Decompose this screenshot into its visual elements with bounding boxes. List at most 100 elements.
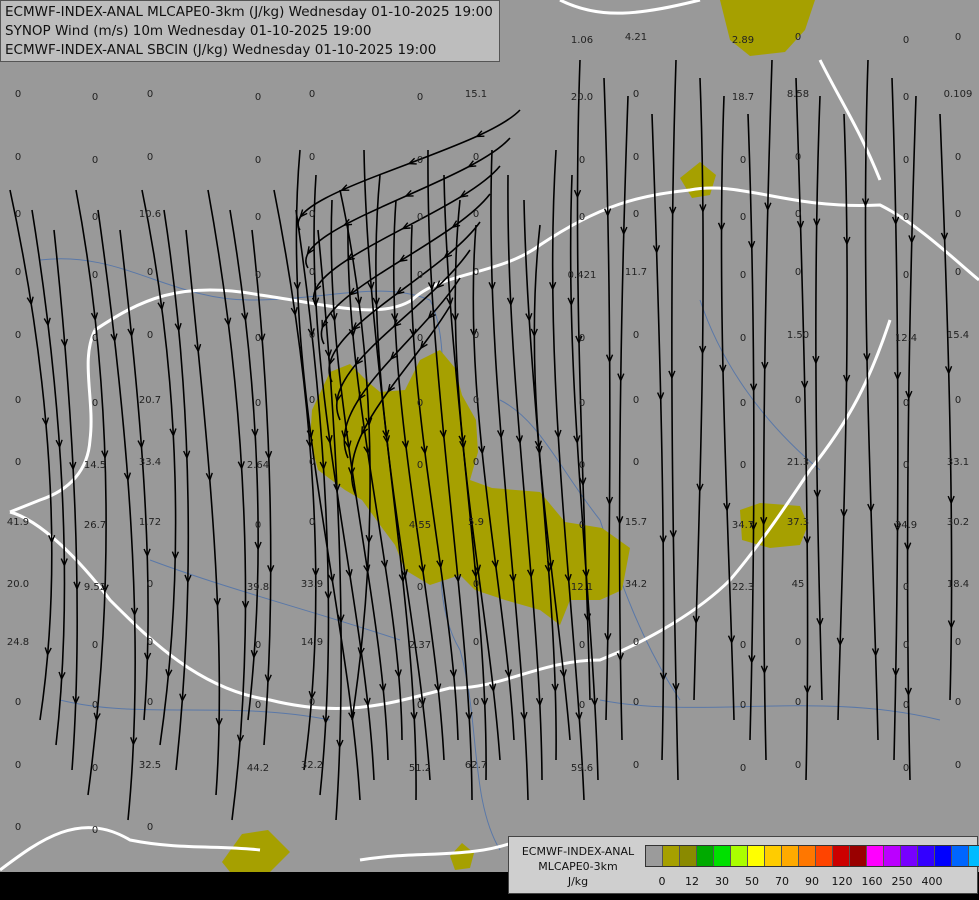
sbcin-value-label: 0 — [955, 760, 961, 771]
legend-color-swatch — [748, 846, 765, 866]
sbcin-value-label: 14.5 — [84, 460, 106, 471]
sbcin-value-label: 0 — [633, 330, 639, 341]
sbcin-value-label: 2.37 — [409, 640, 431, 651]
legend-color-swatch — [935, 846, 952, 866]
sbcin-value-label: 0 — [473, 152, 479, 163]
legend-color-swatch — [714, 846, 731, 866]
sbcin-value-label: 0 — [955, 395, 961, 406]
sbcin-value-label: 0 — [92, 825, 98, 836]
sbcin-value-label: 0 — [417, 333, 423, 344]
sbcin-value-label: 0 — [955, 32, 961, 43]
sbcin-value-label: 0 — [579, 700, 585, 711]
sbcin-value-label: 20.0 — [7, 579, 29, 590]
sbcin-value-label: 0 — [309, 395, 315, 406]
sbcin-value-label: 0 — [795, 697, 801, 708]
sbcin-value-label: 0 — [633, 395, 639, 406]
sbcin-value-label: 0 — [903, 640, 909, 651]
sbcin-value-label: 0 — [903, 155, 909, 166]
sbcin-value-label: 0 — [309, 152, 315, 163]
sbcin-value-label: 0 — [15, 89, 21, 100]
sbcin-value-label: 0 — [473, 330, 479, 341]
sbcin-value-label: 0 — [740, 398, 746, 409]
sbcin-value-label: 0 — [417, 582, 423, 593]
sbcin-value-label: 0 — [147, 152, 153, 163]
sbcin-value-label: 0 — [255, 92, 261, 103]
sbcin-value-label: 0 — [633, 89, 639, 100]
title-line-cape: ECMWF-INDEX-ANAL MLCAPE0-3km (J/kg) Wedn… — [5, 4, 493, 20]
legend-color-swatch — [697, 846, 714, 866]
sbcin-value-label: 15.4 — [947, 330, 969, 341]
sbcin-value-label: 33.9 — [301, 579, 323, 590]
sbcin-value-label: 0 — [795, 152, 801, 163]
legend-color-swatch — [867, 846, 884, 866]
sbcin-value-label: 34.7 — [732, 520, 754, 531]
sbcin-value-label: 0 — [309, 209, 315, 220]
sbcin-value-label: 0 — [147, 697, 153, 708]
legend-color-swatch — [833, 846, 850, 866]
sbcin-value-label: 0 — [955, 267, 961, 278]
sbcin-value-label: 0 — [795, 760, 801, 771]
sbcin-value-label: 0 — [473, 697, 479, 708]
sbcin-value-label: 0 — [92, 640, 98, 651]
sbcin-value-label: 0 — [473, 267, 479, 278]
sbcin-value-label: 0 — [255, 270, 261, 281]
sbcin-value-label: 0 — [955, 697, 961, 708]
legend-color-swatch — [952, 846, 969, 866]
sbcin-value-label: 0 — [740, 155, 746, 166]
legend-tick-labels: 0 12 30 50 70 90 120 160 250 400 — [645, 875, 975, 889]
sbcin-value-label: 0 — [417, 155, 423, 166]
sbcin-value-label: 0 — [255, 640, 261, 651]
sbcin-value-label: 4.21 — [625, 32, 647, 43]
sbcin-value-label: 0 — [740, 270, 746, 281]
legend-color-swatch — [731, 846, 748, 866]
sbcin-value-label: 51.2 — [409, 763, 431, 774]
sbcin-value-label: 11.7 — [625, 267, 647, 278]
sbcin-value-label: 2.64 — [247, 460, 269, 471]
sbcin-value-label: 0 — [473, 209, 479, 220]
sbcin-value-label: 0 — [903, 582, 909, 593]
sbcin-value-label: 5.9 — [468, 517, 484, 528]
sbcin-value-label: 0 — [309, 697, 315, 708]
sbcin-value-label: 32.5 — [139, 760, 161, 771]
sbcin-value-label: 0 — [633, 637, 639, 648]
sbcin-value-label: 0 — [92, 763, 98, 774]
sbcin-value-label: 33.4 — [139, 457, 161, 468]
legend-tick-label: 30 — [715, 875, 729, 888]
sbcin-value-label: 0 — [417, 398, 423, 409]
sbcin-value-label: 33.1 — [947, 457, 969, 468]
legend-color-swatch — [816, 846, 833, 866]
sbcin-value-label: 0 — [92, 155, 98, 166]
sbcin-value-label: 0 — [309, 457, 315, 468]
sbcin-value-label: 0 — [579, 333, 585, 344]
sbcin-value-label: 0 — [15, 697, 21, 708]
legend-tick-label: 12 — [685, 875, 699, 888]
sbcin-value-label: 1.06 — [571, 35, 593, 46]
legend-tick-label: 90 — [805, 875, 819, 888]
sbcin-value-label: 34.9 — [895, 520, 917, 531]
sbcin-value-label: 0 — [903, 398, 909, 409]
sbcin-value-label: 0 — [740, 700, 746, 711]
sbcin-value-label: 0 — [147, 579, 153, 590]
sbcin-value-label: 0 — [92, 270, 98, 281]
legend-tick-label: 160 — [861, 875, 883, 888]
sbcin-value-label: 0 — [255, 212, 261, 223]
sbcin-value-label: 0 — [309, 89, 315, 100]
legend-color-swatch — [646, 846, 663, 866]
sbcin-value-label: 12.4 — [895, 333, 917, 344]
sbcin-value-label: 0 — [255, 333, 261, 344]
sbcin-value-label: 0 — [795, 637, 801, 648]
sbcin-value-label: 0 — [92, 212, 98, 223]
legend-title-line-2: MLCAPE0-3km — [538, 860, 618, 873]
sbcin-value-label: 0 — [255, 398, 261, 409]
sbcin-value-label: 0 — [740, 333, 746, 344]
legend-tick-label: 50 — [745, 875, 759, 888]
sbcin-value-label: 26.7 — [84, 520, 106, 531]
sbcin-value-label: 0 — [309, 517, 315, 528]
legend-color-swatch — [901, 846, 918, 866]
sbcin-value-label: 0 — [903, 763, 909, 774]
sbcin-value-label: 62.7 — [465, 760, 487, 771]
sbcin-value-label: 1.50 — [787, 330, 809, 341]
legend-tick-label: 250 — [891, 875, 913, 888]
legend-color-swatch — [969, 846, 979, 866]
sbcin-value-label: 0 — [147, 637, 153, 648]
